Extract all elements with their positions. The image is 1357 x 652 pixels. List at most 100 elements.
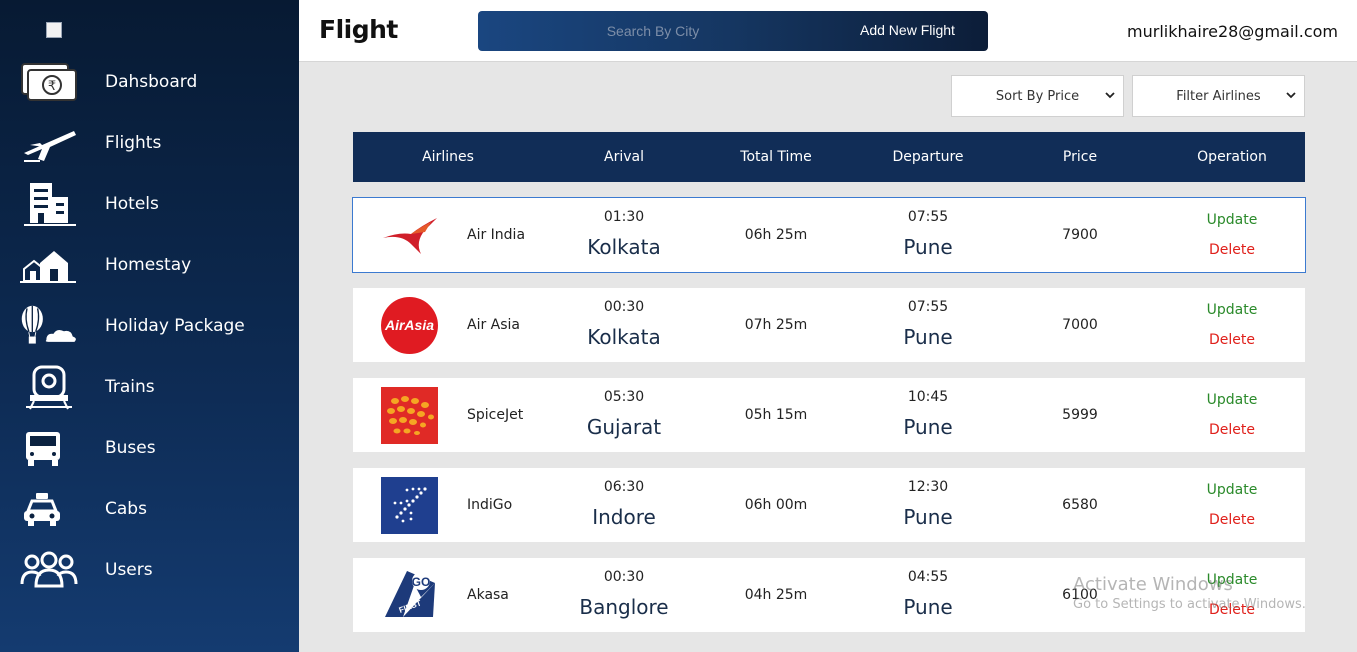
delete-button[interactable]: Delete — [1156, 422, 1308, 438]
air-asia-logo-icon: AirAsia — [381, 297, 438, 354]
sidebar-item-homestay[interactable]: Homestay — [0, 239, 299, 291]
sidebar-item-label: Users — [105, 560, 153, 580]
update-button[interactable]: Update — [1156, 572, 1308, 588]
sidebar-item-label: Hotels — [105, 194, 159, 214]
arrival-time: 01:30 — [603, 209, 645, 225]
spicejet-logo-icon — [381, 387, 438, 444]
update-button[interactable]: Update — [1156, 212, 1308, 228]
sidebar-item-label: Homestay — [105, 255, 192, 275]
total-time: 06h 00m — [744, 497, 808, 513]
sidebar-item-label: Dahsboard — [105, 72, 198, 92]
sidebar-item-flights[interactable]: Flights — [0, 117, 299, 169]
house-icon — [20, 240, 78, 290]
sidebar-item-label: Cabs — [105, 499, 147, 519]
sidebar-item-label: Trains — [105, 377, 155, 397]
hot-air-balloon-icon — [20, 301, 78, 351]
departure-city: Pune — [903, 235, 953, 259]
table-row[interactable]: GO FIRST Akasa 00:30 Banglore 04h 25m 04… — [353, 558, 1305, 632]
sidebar: ₹ Dahsboard Flights Hotels Homestay Holi… — [0, 0, 299, 652]
airplane-icon — [20, 118, 78, 168]
update-button[interactable]: Update — [1156, 302, 1308, 318]
column-header-total-time: Total Time — [740, 149, 812, 165]
svg-text:₹: ₹ — [48, 79, 56, 94]
table-row[interactable]: SpiceJet 05:30 Gujarat 05h 15m 10:45 Pun… — [353, 378, 1305, 452]
price: 6580 — [1062, 497, 1098, 513]
column-header-departure: Departure — [892, 149, 964, 165]
total-time: 04h 25m — [744, 587, 808, 603]
arrival-time: 00:30 — [603, 569, 645, 585]
svg-text:GO: GO — [412, 575, 431, 589]
train-icon — [20, 362, 78, 412]
sidebar-item-label: Flights — [105, 133, 162, 153]
price: 7000 — [1062, 317, 1098, 333]
table-row[interactable]: IndiGo 06:30 Indore 06h 00m 12:30 Pune 6… — [353, 468, 1305, 542]
go-first-logo-icon: GO FIRST — [381, 567, 438, 624]
delete-button[interactable]: Delete — [1156, 332, 1308, 348]
column-header-operation: Operation — [1197, 149, 1267, 165]
sidebar-item-trains[interactable]: Trains — [0, 361, 299, 413]
sidebar-item-holiday-package[interactable]: Holiday Package — [0, 300, 299, 352]
delete-button[interactable]: Delete — [1156, 512, 1308, 528]
chevron-down-icon — [1105, 92, 1115, 99]
arrival-city: Banglore — [579, 595, 669, 619]
search-input[interactable] — [478, 11, 828, 51]
bus-icon — [20, 423, 78, 473]
filter-select-label: Filter Airlines — [1176, 88, 1261, 104]
arrival-city: Kolkata — [587, 235, 661, 259]
update-button[interactable]: Update — [1156, 392, 1308, 408]
sidebar-item-dashboard[interactable]: ₹ Dahsboard — [0, 56, 299, 108]
sidebar-item-label: Holiday Package — [105, 316, 245, 336]
price: 5999 — [1062, 407, 1098, 423]
add-new-flight-button[interactable]: Add New Flight — [860, 22, 955, 38]
table-row[interactable]: Air India 01:30 Kolkata 06h 25m 07:55 Pu… — [352, 197, 1308, 273]
sort-by-price-select[interactable]: Sort By Price — [951, 75, 1124, 117]
airline-name: IndiGo — [467, 497, 513, 513]
departure-city: Pune — [903, 595, 953, 619]
users-icon — [20, 545, 78, 595]
departure-time: 07:55 — [907, 299, 949, 315]
price: 7900 — [1062, 227, 1098, 243]
departure-city: Pune — [903, 415, 953, 439]
sidebar-item-label: Buses — [105, 438, 156, 458]
sidebar-item-buses[interactable]: Buses — [0, 422, 299, 474]
column-header-airlines: Airlines — [422, 149, 474, 165]
arrival-time: 00:30 — [603, 299, 645, 315]
table-row[interactable]: AirAsia Air Asia 00:30 Kolkata 07h 25m 0… — [353, 288, 1305, 362]
arrival-time: 05:30 — [603, 389, 645, 405]
arrival-city: Kolkata — [587, 325, 661, 349]
filter-airlines-select[interactable]: Filter Airlines — [1132, 75, 1305, 117]
airline-name: SpiceJet — [467, 407, 524, 423]
total-time: 05h 15m — [744, 407, 808, 423]
airline-name: Air Asia — [467, 317, 521, 333]
taxi-icon — [20, 484, 78, 534]
arrival-city: Indore — [592, 505, 656, 529]
page-title: Flight — [319, 15, 398, 44]
price: 6100 — [1062, 587, 1098, 603]
column-header-price: Price — [1062, 149, 1098, 165]
departure-time: 04:55 — [907, 569, 949, 585]
user-email: murlikhaire28@gmail.com — [1127, 22, 1338, 41]
airline-name: Akasa — [467, 587, 509, 603]
delete-button[interactable]: Delete — [1156, 242, 1308, 258]
top-header: Flight Add New Flight murlikhaire28@gmai… — [299, 0, 1357, 62]
departure-time: 12:30 — [907, 479, 949, 495]
update-button[interactable]: Update — [1156, 482, 1308, 498]
delete-button[interactable]: Delete — [1156, 602, 1308, 618]
airline-name: Air India — [467, 227, 526, 243]
sort-select-label: Sort By Price — [995, 88, 1080, 104]
departure-city: Pune — [903, 505, 953, 529]
arrival-time: 06:30 — [603, 479, 645, 495]
departure-time: 07:55 — [907, 209, 949, 225]
total-time: 07h 25m — [744, 317, 808, 333]
departure-time: 10:45 — [907, 389, 949, 405]
indigo-logo-icon — [381, 477, 438, 534]
table-header: Airlines Arival Total Time Departure Pri… — [353, 132, 1305, 182]
broken-logo-image — [46, 22, 62, 38]
column-header-arrival: Arival — [604, 149, 644, 165]
search-bar: Add New Flight — [478, 11, 988, 51]
sidebar-item-users[interactable]: Users — [0, 544, 299, 596]
chevron-down-icon — [1286, 92, 1296, 99]
rupee-cash-icon: ₹ — [20, 57, 78, 107]
sidebar-item-hotels[interactable]: Hotels — [0, 178, 299, 230]
sidebar-item-cabs[interactable]: Cabs — [0, 483, 299, 535]
